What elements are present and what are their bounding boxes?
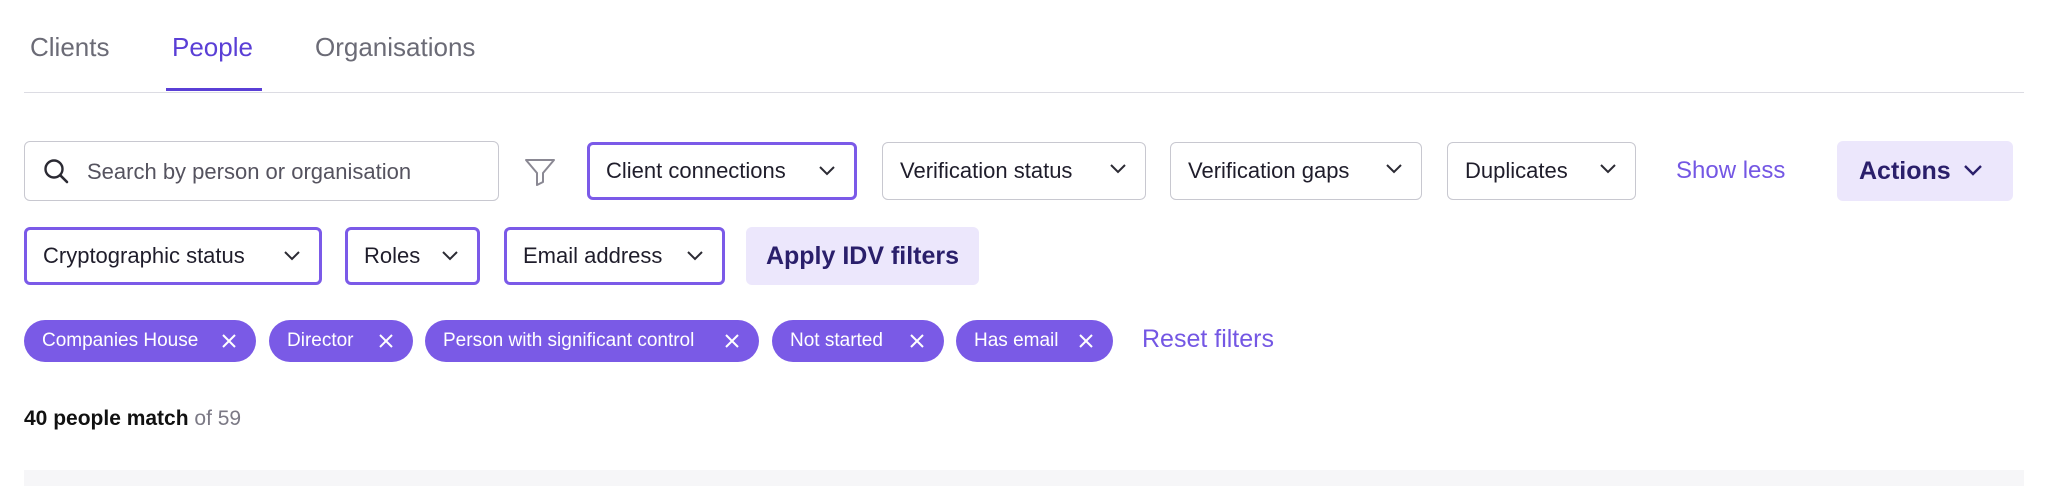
verification-gaps-dropdown[interactable]: Verification gaps — [1170, 142, 1422, 200]
dropdown-label: Verification gaps — [1188, 158, 1350, 183]
chip-label: Not started — [790, 330, 883, 351]
tab-organisations[interactable]: Organisations — [315, 32, 475, 63]
tab-clients[interactable]: Clients — [30, 32, 109, 63]
actions-button[interactable]: Actions — [1837, 141, 2013, 201]
tab-people[interactable]: People — [172, 32, 253, 63]
total-count: of 59 — [194, 407, 242, 430]
chip-label: Person with significant control — [443, 330, 695, 351]
actions-label: Actions — [1859, 156, 1951, 185]
close-icon[interactable] — [910, 334, 924, 348]
result-count: 40 people match of 59 — [24, 407, 241, 431]
dropdown-label: Cryptographic status — [43, 243, 245, 268]
chip-label: Companies House — [42, 330, 199, 351]
email-address-dropdown[interactable]: Email address — [504, 227, 725, 285]
search-icon — [44, 159, 69, 184]
search-input[interactable] — [85, 142, 489, 202]
chevron-down-icon — [442, 251, 458, 261]
chip-label: Director — [287, 330, 354, 351]
dropdown-label: Duplicates — [1465, 158, 1568, 183]
chevron-down-icon — [1964, 165, 1982, 176]
chevron-down-icon — [1110, 164, 1126, 174]
chevron-down-icon — [1600, 164, 1616, 174]
close-icon[interactable] — [379, 334, 393, 348]
dropdown-label: Verification status — [900, 158, 1073, 183]
match-count: 40 people match — [24, 407, 189, 430]
reset-filters-link[interactable]: Reset filters — [1142, 325, 1274, 354]
dropdown-label: Email address — [523, 243, 663, 268]
filter-icon[interactable] — [523, 154, 557, 188]
show-less-link[interactable]: Show less — [1676, 157, 1785, 185]
chevron-down-icon — [284, 251, 300, 261]
dropdown-label: Roles — [364, 243, 421, 268]
close-icon[interactable] — [1079, 334, 1093, 348]
chevron-down-icon — [687, 251, 703, 261]
filter-chip[interactable]: Has email — [956, 320, 1113, 362]
active-tab-indicator — [166, 88, 262, 91]
table-header — [24, 470, 2024, 486]
filter-chip[interactable]: Person with significant control — [425, 320, 759, 362]
verification-status-dropdown[interactable]: Verification status — [882, 142, 1146, 200]
close-icon[interactable] — [222, 334, 236, 348]
roles-dropdown[interactable]: Roles — [345, 227, 480, 285]
filter-chip[interactable]: Not started — [772, 320, 944, 362]
dropdown-label: Client connections — [606, 158, 786, 183]
client-connections-dropdown[interactable]: Client connections — [587, 142, 857, 200]
cryptographic-status-dropdown[interactable]: Cryptographic status — [24, 227, 322, 285]
close-icon[interactable] — [725, 334, 739, 348]
chip-label: Has email — [974, 330, 1059, 351]
chevron-down-icon — [819, 166, 835, 176]
search-box[interactable] — [24, 141, 499, 202]
filter-chip[interactable]: Companies House — [24, 320, 256, 362]
chevron-down-icon — [1386, 164, 1402, 174]
apply-idv-filters-button[interactable]: Apply IDV filters — [746, 227, 979, 285]
filter-chip[interactable]: Director — [269, 320, 413, 362]
apply-label: Apply IDV filters — [765, 241, 960, 270]
duplicates-dropdown[interactable]: Duplicates — [1447, 142, 1636, 200]
